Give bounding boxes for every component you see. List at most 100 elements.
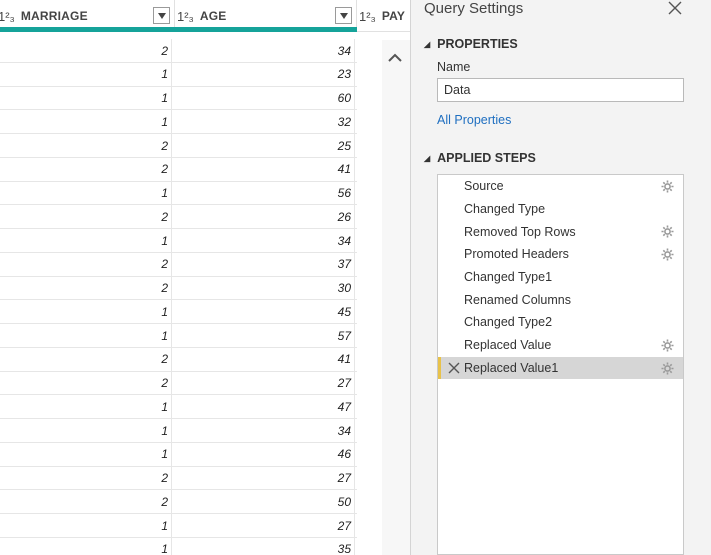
table-row[interactable]: 2 26 bbox=[0, 205, 357, 229]
applied-step[interactable]: Changed Type1 bbox=[438, 266, 683, 289]
cell-age[interactable]: 57 bbox=[175, 324, 355, 347]
table-row[interactable]: 1 47 bbox=[0, 395, 357, 419]
step-settings-gear-icon[interactable] bbox=[661, 248, 674, 261]
applied-step[interactable]: Removed Top Rows bbox=[438, 220, 683, 243]
table-row[interactable]: 2 41 bbox=[0, 157, 357, 182]
applied-step[interactable]: Source bbox=[438, 175, 683, 198]
cell-age[interactable]: 27 bbox=[175, 466, 355, 490]
cell-marriage[interactable]: 1 bbox=[0, 324, 172, 347]
table-row[interactable]: 2 37 bbox=[0, 252, 357, 277]
close-icon[interactable] bbox=[667, 0, 683, 16]
step-settings-gear-icon[interactable] bbox=[661, 225, 674, 238]
cell-age[interactable]: 35 bbox=[175, 537, 355, 555]
cell-age[interactable]: 37 bbox=[175, 252, 355, 276]
grid-rows: 2 34 1 23 1 60 1 32 2 25 2 41 1 56 2 26 1 34 2 37 2 30 1 45 1 57 2… bbox=[0, 39, 357, 555]
applied-step[interactable]: Replaced Value1 bbox=[438, 356, 683, 380]
cell-marriage[interactable]: 1 bbox=[0, 110, 172, 134]
cell-age[interactable]: 26 bbox=[175, 205, 355, 229]
cell-marriage[interactable]: 1 bbox=[0, 442, 172, 466]
cell-age[interactable]: 45 bbox=[175, 300, 355, 324]
table-row[interactable]: 1 23 bbox=[0, 62, 357, 87]
cell-marriage[interactable]: 2 bbox=[0, 490, 172, 514]
cell-age[interactable]: 32 bbox=[175, 110, 355, 134]
cell-age[interactable]: 50 bbox=[175, 490, 355, 514]
cell-marriage[interactable]: 1 bbox=[0, 62, 172, 86]
applied-step[interactable]: Changed Type2 bbox=[438, 311, 683, 334]
cell-age[interactable]: 47 bbox=[175, 395, 355, 419]
applied-steps-section-header[interactable]: ◢ APPLIED STEPS bbox=[424, 151, 536, 165]
cell-age[interactable]: 41 bbox=[175, 157, 355, 181]
column-header-pay[interactable]: 1²₃ PAY bbox=[359, 0, 410, 32]
table-row[interactable]: 2 41 bbox=[0, 347, 357, 372]
whole-number-type-icon[interactable]: 1²₃ bbox=[177, 9, 194, 24]
table-row[interactable]: 1 46 bbox=[0, 442, 357, 467]
cell-marriage[interactable]: 2 bbox=[0, 205, 172, 229]
cell-marriage[interactable]: 2 bbox=[0, 371, 172, 395]
table-row[interactable]: 2 34 bbox=[0, 39, 357, 63]
table-row[interactable]: 1 32 bbox=[0, 110, 357, 134]
cell-marriage[interactable]: 1 bbox=[0, 514, 172, 537]
applied-step[interactable]: Renamed Columns bbox=[438, 288, 683, 311]
filter-dropdown-button[interactable] bbox=[335, 7, 352, 24]
cell-marriage[interactable]: 2 bbox=[0, 466, 172, 490]
table-row[interactable]: 1 35 bbox=[0, 537, 357, 555]
cell-marriage[interactable]: 1 bbox=[0, 86, 172, 110]
cell-age[interactable]: 46 bbox=[175, 442, 355, 466]
table-row[interactable]: 2 50 bbox=[0, 490, 357, 514]
cell-age[interactable]: 34 bbox=[175, 419, 355, 442]
applied-step[interactable]: Changed Type bbox=[438, 198, 683, 221]
cell-marriage[interactable]: 1 bbox=[0, 181, 172, 205]
cell-age[interactable]: 27 bbox=[175, 371, 355, 395]
column-label-age: AGE bbox=[199, 9, 227, 23]
cell-marriage[interactable]: 2 bbox=[0, 276, 172, 300]
scroll-up-button[interactable] bbox=[384, 48, 406, 66]
whole-number-type-icon[interactable]: 1²₃ bbox=[0, 9, 15, 24]
cell-marriage[interactable]: 2 bbox=[0, 157, 172, 181]
step-settings-gear-icon[interactable] bbox=[661, 180, 674, 193]
table-row[interactable]: 1 60 bbox=[0, 86, 357, 111]
cell-marriage[interactable]: 1 bbox=[0, 300, 172, 324]
table-row[interactable]: 2 27 bbox=[0, 371, 357, 396]
table-row[interactable]: 2 30 bbox=[0, 276, 357, 301]
cell-age[interactable]: 60 bbox=[175, 86, 355, 110]
cell-marriage[interactable]: 1 bbox=[0, 229, 172, 252]
applied-step-label: Replaced Value bbox=[464, 338, 552, 353]
query-name-input[interactable] bbox=[437, 78, 684, 102]
cell-age[interactable]: 34 bbox=[175, 39, 355, 62]
cell-marriage[interactable]: 2 bbox=[0, 39, 172, 62]
delete-step-icon[interactable] bbox=[448, 362, 460, 374]
cell-marriage[interactable]: 2 bbox=[0, 134, 172, 157]
data-grid: 1²₃ MARRIAGE 1²₃ AGE 1²₃ PAY 2341231 bbox=[0, 0, 411, 555]
cell-age[interactable]: 41 bbox=[175, 347, 355, 371]
cell-marriage[interactable]: 2 bbox=[0, 347, 172, 371]
table-row[interactable]: 1 45 bbox=[0, 300, 357, 324]
properties-section-header[interactable]: ◢ PROPERTIES bbox=[424, 37, 518, 51]
step-settings-gear-icon[interactable] bbox=[661, 339, 674, 352]
step-settings-gear-icon[interactable] bbox=[661, 362, 674, 375]
table-row[interactable]: 1 27 bbox=[0, 514, 357, 538]
cell-marriage[interactable]: 2 bbox=[0, 252, 172, 276]
cell-age[interactable]: 27 bbox=[175, 514, 355, 537]
all-properties-link[interactable]: All Properties bbox=[437, 113, 511, 127]
table-row[interactable]: 1 34 bbox=[0, 419, 357, 443]
applied-step[interactable]: Promoted Headers bbox=[438, 243, 683, 266]
cell-age[interactable]: 34 bbox=[175, 229, 355, 252]
table-row[interactable]: 2 27 bbox=[0, 466, 357, 491]
cell-marriage[interactable]: 1 bbox=[0, 537, 172, 555]
applied-step[interactable]: Replaced Value bbox=[438, 334, 683, 357]
table-row[interactable]: 1 34 bbox=[0, 229, 357, 253]
chevron-down-icon bbox=[339, 12, 348, 19]
column-label-pay: PAY bbox=[381, 9, 406, 23]
table-row[interactable]: 1 56 bbox=[0, 181, 357, 206]
cell-age[interactable]: 23 bbox=[175, 62, 355, 86]
cell-marriage[interactable]: 1 bbox=[0, 395, 172, 419]
cell-age[interactable]: 56 bbox=[175, 181, 355, 205]
cell-age[interactable]: 30 bbox=[175, 276, 355, 300]
cell-marriage[interactable]: 1 bbox=[0, 419, 172, 442]
vertical-scrollbar[interactable] bbox=[382, 40, 410, 555]
cell-age[interactable]: 25 bbox=[175, 134, 355, 157]
table-row[interactable]: 2 25 bbox=[0, 134, 357, 158]
table-row[interactable]: 1 57 bbox=[0, 324, 357, 348]
filter-dropdown-button[interactable] bbox=[153, 7, 170, 24]
whole-number-type-icon[interactable]: 1²₃ bbox=[359, 9, 376, 24]
